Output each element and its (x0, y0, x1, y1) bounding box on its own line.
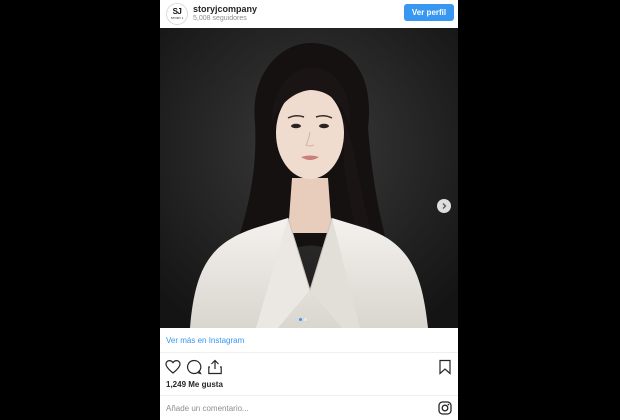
comment-bar (160, 395, 458, 420)
username-link[interactable]: storyjcompany (193, 4, 257, 14)
instagram-embed-card: SJ STORY J storyjcompany 5,008 seguidore… (160, 0, 458, 420)
chevron-right-icon (442, 203, 447, 209)
carousel-next-button[interactable] (437, 199, 451, 213)
comment-input[interactable] (164, 401, 428, 415)
heart-icon[interactable] (165, 359, 181, 375)
action-bar (160, 356, 458, 378)
follower-count: 5,008 seguidores (193, 15, 247, 22)
share-icon[interactable] (207, 359, 223, 375)
instagram-icon[interactable] (438, 401, 452, 415)
avatar-logo-text: STORY J (170, 16, 184, 20)
carousel-dot (304, 318, 307, 321)
avatar[interactable]: SJ STORY J (166, 3, 188, 25)
post-header: SJ STORY J storyjcompany 5,008 seguidore… (160, 0, 458, 28)
carousel-indicator (299, 318, 307, 321)
avatar-logo-mark: SJ (172, 7, 182, 16)
portrait-image (160, 28, 458, 328)
carousel-dot (299, 318, 302, 321)
view-more-link[interactable]: Ver más en Instagram (166, 336, 244, 345)
like-count[interactable]: 1,249 Me gusta (166, 380, 223, 389)
comment-icon[interactable] (186, 359, 202, 375)
view-more-bar: Ver más en Instagram (160, 329, 458, 353)
post-photo[interactable] (160, 28, 458, 328)
bookmark-icon[interactable] (437, 359, 453, 375)
view-profile-button[interactable]: Ver perfil (404, 4, 454, 21)
